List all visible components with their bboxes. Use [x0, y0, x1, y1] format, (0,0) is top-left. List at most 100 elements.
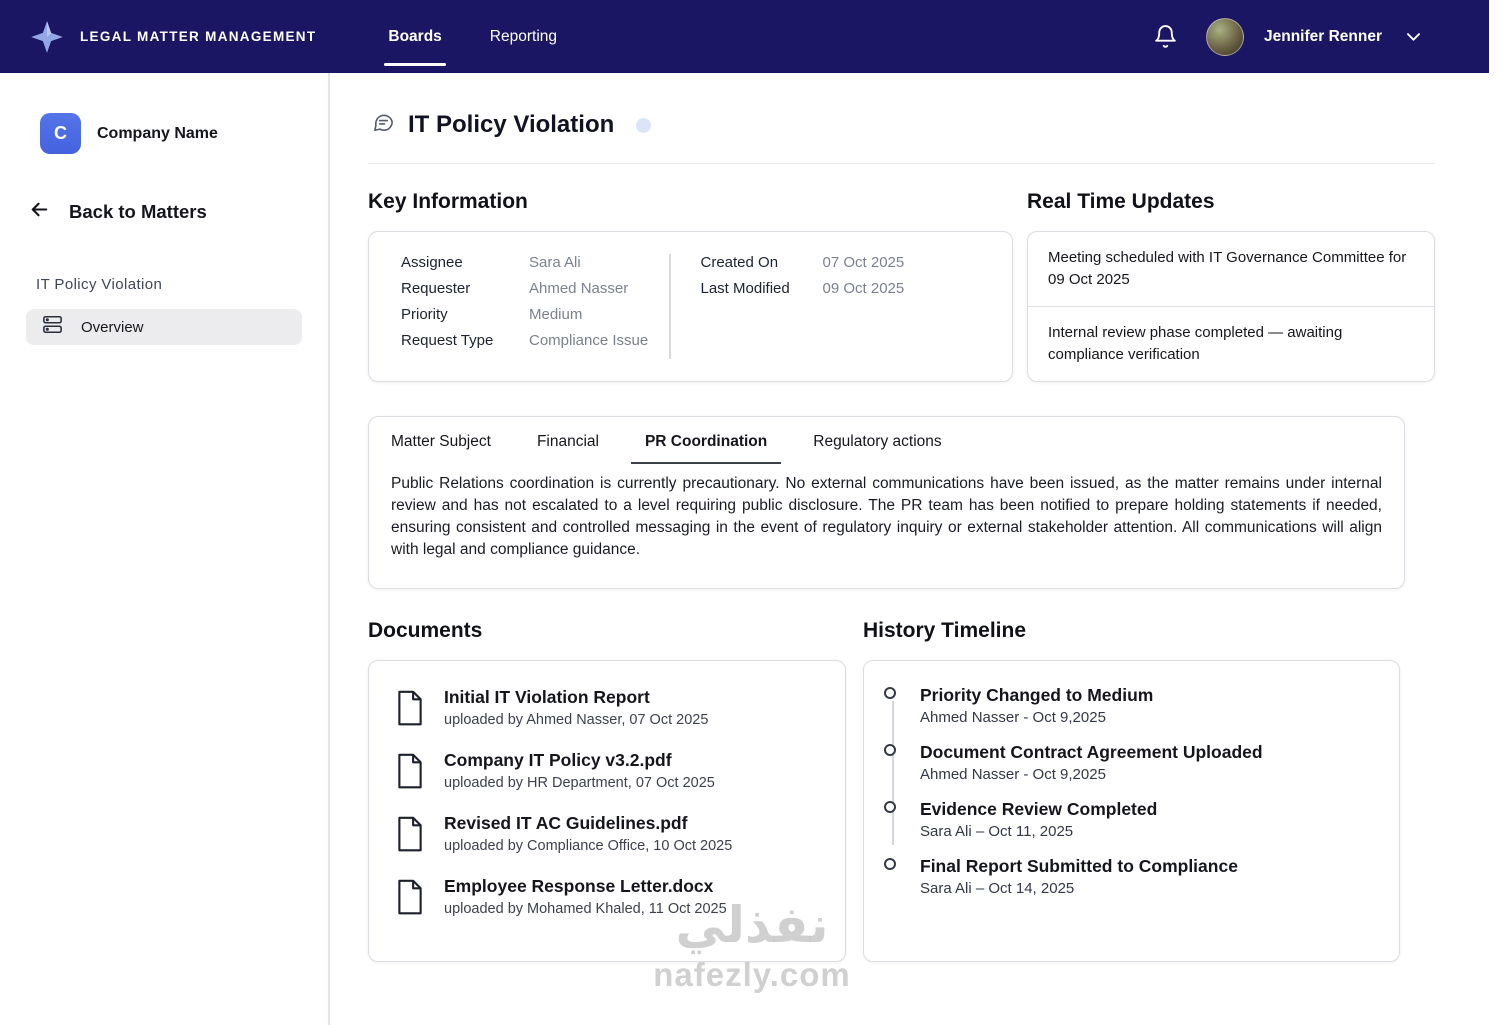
document-meta: uploaded by Mohamed Khaled, 11 Oct 2025 [444, 901, 727, 917]
document-meta: uploaded by Ahmed Nasser, 07 Oct 2025 [444, 712, 709, 728]
field-label: Assignee [401, 254, 463, 271]
chevron-down-icon[interactable] [1404, 27, 1423, 46]
page-title: IT Policy Violation [408, 111, 615, 138]
field-value: Ahmed Nasser [529, 280, 629, 297]
file-icon [395, 878, 425, 921]
field-request-type: Request Type Compliance Issue [401, 332, 669, 349]
company-name: Company Name [97, 124, 218, 142]
document-item[interactable]: Employee Response Letter.docx uploaded b… [395, 876, 819, 921]
history-timeline-card: Priority Changed to Medium Ahmed Nasser … [863, 660, 1400, 962]
field-value: Sara Ali [529, 254, 581, 271]
history-timeline-section: History Timeline Priority Changed to Med… [863, 619, 1400, 962]
back-label: Back to Matters [69, 201, 207, 222]
timeline-item: Priority Changed to Medium Ahmed Nasser … [884, 685, 1379, 726]
tab-content: Public Relations coordination is current… [391, 475, 1382, 558]
timeline-item: Document Contract Agreement Uploaded Ahm… [884, 742, 1379, 783]
document-meta: uploaded by HR Department, 07 Oct 2025 [444, 775, 715, 791]
arrow-left-icon [28, 198, 51, 226]
update-item: Meeting scheduled with IT Governance Com… [1048, 248, 1407, 289]
timeline-dot-icon [884, 858, 896, 870]
tab-regulatory-actions[interactable]: Regulatory actions [799, 417, 955, 464]
notifications-bell-icon[interactable] [1153, 23, 1178, 50]
document-item[interactable]: Revised IT AC Guidelines.pdf uploaded by… [395, 813, 819, 858]
page-header: IT Policy Violation [368, 111, 1435, 139]
timeline-meta: Ahmed Nasser - Oct 9,2025 [920, 709, 1106, 726]
field-label: Priority [401, 306, 448, 323]
matter-comment-icon [372, 111, 395, 139]
overview-list-icon [42, 315, 63, 339]
tab-matter-subject[interactable]: Matter Subject [377, 417, 505, 464]
field-assignee: Assignee Sara Ali [401, 254, 669, 271]
nav-tab-boards[interactable]: Boards [384, 0, 447, 73]
brand-title: LEGAL MATTER MANAGEMENT [80, 29, 317, 44]
field-label: Requester [401, 280, 471, 297]
field-value: 07 Oct 2025 [822, 254, 905, 271]
document-item[interactable]: Initial IT Violation Report uploaded by … [395, 687, 819, 732]
document-title: Revised IT AC Guidelines.pdf [444, 813, 688, 833]
timeline-item: Evidence Review Completed Sara Ali – Oct… [884, 799, 1379, 840]
sidebar-item-label: Overview [81, 318, 144, 336]
timeline-meta: Sara Ali – Oct 11, 2025 [920, 823, 1074, 840]
key-information-section: Key Information Assignee Sara Ali Reques… [368, 190, 1013, 382]
field-label: Last Modified [700, 280, 790, 297]
company-row: C Company Name [0, 113, 328, 154]
documents-section: Documents Initial IT Violation Report up… [368, 619, 846, 962]
file-icon [395, 752, 425, 795]
field-label: Created On [700, 254, 779, 271]
top-navbar: LEGAL MATTER MANAGEMENT Boards Reporting… [0, 0, 1489, 73]
nav-tab-reporting[interactable]: Reporting [490, 0, 557, 73]
brand: LEGAL MATTER MANAGEMENT [28, 18, 316, 56]
history-timeline-heading: History Timeline [863, 619, 1026, 642]
user-name: Jennifer Renner [1263, 27, 1382, 45]
field-created-on: Created On 07 Oct 2025 [701, 254, 1013, 271]
real-time-updates-section: Real Time Updates Meeting scheduled with… [1027, 190, 1435, 382]
user-avatar[interactable] [1205, 17, 1244, 56]
main-content: IT Policy Violation Key Information Assi… [332, 73, 1501, 1025]
timeline-title: Final Report Submitted to Compliance [920, 856, 1238, 876]
field-label: Request Type [401, 332, 494, 349]
file-icon [395, 689, 425, 732]
documents-card: Initial IT Violation Report uploaded by … [368, 660, 846, 962]
key-information-heading: Key Information [368, 190, 528, 213]
timeline: Priority Changed to Medium Ahmed Nasser … [884, 685, 1379, 897]
tab-financial[interactable]: Financial [523, 417, 613, 464]
timeline-dot-icon [884, 687, 896, 699]
sidebar-item-overview[interactable]: Overview [26, 309, 302, 345]
sparkle-logo-icon [28, 18, 66, 56]
field-value: Medium [529, 306, 583, 323]
timeline-meta: Ahmed Nasser - Oct 9,2025 [920, 766, 1106, 783]
back-to-matters[interactable]: Back to Matters [0, 198, 328, 226]
key-info-fields: Assignee Sara Ali Requester Ahmed Nasser… [369, 254, 669, 359]
update-item: Internal review phase completed — awaiti… [1028, 306, 1434, 381]
real-time-updates-heading: Real Time Updates [1027, 190, 1215, 213]
status-dot [636, 117, 652, 133]
timeline-meta: Sara Ali – Oct 14, 2025 [920, 880, 1075, 897]
timeline-dot-icon [884, 801, 896, 813]
timeline-item: Final Report Submitted to Compliance Sar… [884, 856, 1379, 897]
document-title: Employee Response Letter.docx [444, 876, 714, 896]
company-avatar: C [40, 113, 81, 154]
real-time-updates-card: Meeting scheduled with IT Governance Com… [1027, 231, 1435, 382]
matter-tabs-card: Matter Subject Financial PR Coordination… [368, 416, 1405, 589]
key-info-dates: Created On 07 Oct 2025 Last Modified 09 … [671, 254, 1013, 359]
document-meta: uploaded by Compliance Office, 10 Oct 20… [444, 838, 733, 854]
matter-tabs: Matter Subject Financial PR Coordination… [369, 417, 1404, 464]
sidebar: C Company Name Back to Matters IT Policy… [0, 73, 330, 1025]
field-value: 09 Oct 2025 [822, 280, 905, 297]
header-divider [368, 163, 1435, 164]
field-value: Compliance Issue [529, 332, 649, 349]
tab-pr-coordination[interactable]: PR Coordination [630, 417, 782, 464]
field-priority: Priority Medium [401, 306, 669, 323]
timeline-dot-icon [884, 744, 896, 756]
timeline-title: Document Contract Agreement Uploaded [920, 742, 1263, 762]
field-requester: Requester Ahmed Nasser [401, 280, 669, 297]
document-title: Company IT Policy v3.2.pdf [444, 750, 672, 770]
sidebar-section-label: IT Policy Violation [36, 276, 163, 293]
timeline-title: Priority Changed to Medium [920, 685, 1154, 705]
timeline-title: Evidence Review Completed [920, 799, 1158, 819]
key-information-card: Assignee Sara Ali Requester Ahmed Nasser… [368, 231, 1013, 382]
file-icon [395, 815, 425, 858]
document-item[interactable]: Company IT Policy v3.2.pdf uploaded by H… [395, 750, 819, 795]
navbar-right: Jennifer Renner [1153, 17, 1423, 56]
primary-nav: Boards Reporting [384, 0, 557, 73]
